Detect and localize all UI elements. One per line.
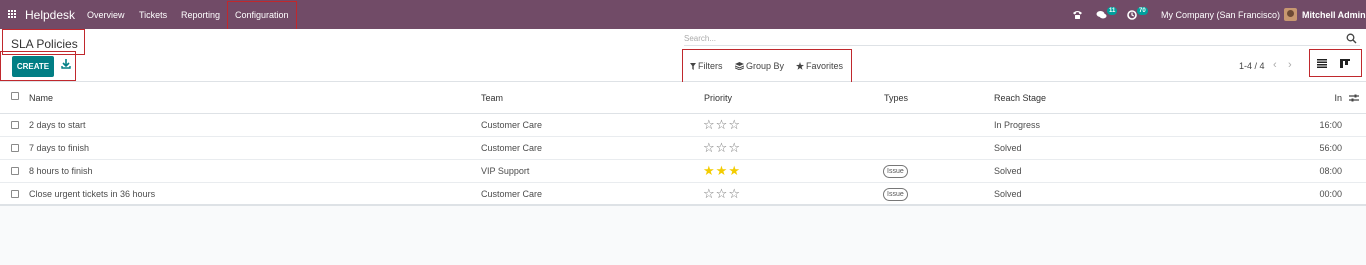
app-menu-icon[interactable] <box>8 10 17 19</box>
kanban-view-icon[interactable] <box>1340 59 1350 68</box>
cell-reach-stage: Solved <box>994 189 1022 199</box>
clock-icon[interactable] <box>1127 10 1137 20</box>
table-header: Name Team Priority Types Reach Stage In <box>0 82 1366 114</box>
column-header-reach-stage[interactable]: Reach Stage <box>994 93 1046 103</box>
cell-reach-stage: In Progress <box>994 120 1041 130</box>
cell-in: 00:00 <box>1319 189 1342 199</box>
control-panel: SLA Policies CREATE Filters Group By Fav… <box>0 29 1366 87</box>
cell-team: Customer Care <box>481 189 543 199</box>
cell-in: 16:00 <box>1319 120 1342 130</box>
pager-value[interactable]: 1-4 / 4 <box>1239 61 1265 71</box>
priority-stars[interactable]: ☆☆☆ <box>703 141 741 154</box>
table-row[interactable]: 8 hours to finish VIP Support ★★★ Issue … <box>0 160 1366 183</box>
star-empty-icon[interactable]: ☆ <box>703 117 716 132</box>
table-row[interactable]: 2 days to start Customer Care ☆☆☆ In Pro… <box>0 114 1366 137</box>
filters-button[interactable]: Filters <box>690 61 723 71</box>
priority-stars[interactable]: ★★★ <box>703 164 741 177</box>
cell-team: Customer Care <box>481 120 543 130</box>
user-avatar[interactable] <box>1284 8 1297 21</box>
messages-badge: 11 <box>1107 7 1118 15</box>
column-header-in[interactable]: In <box>1334 93 1342 103</box>
column-header-name[interactable]: Name <box>29 93 53 103</box>
phone-icon[interactable] <box>1072 10 1083 20</box>
row-checkbox[interactable] <box>11 167 19 175</box>
star-empty-icon[interactable]: ☆ <box>728 140 741 155</box>
cell-name: 8 hours to finish <box>29 166 93 176</box>
row-checkbox[interactable] <box>11 144 19 152</box>
optional-columns-icon[interactable] <box>1349 93 1359 103</box>
row-checkbox[interactable] <box>11 190 19 198</box>
pager-previous-button[interactable]: ‹ <box>1273 59 1277 71</box>
star-filled-icon[interactable]: ★ <box>716 163 729 178</box>
star-empty-icon[interactable]: ☆ <box>728 186 741 201</box>
column-header-team[interactable]: Team <box>481 93 503 103</box>
layers-icon <box>734 62 745 71</box>
search-bar <box>684 32 1360 46</box>
cell-reach-stage: Solved <box>994 166 1022 176</box>
favorites-label: Favorites <box>806 61 844 71</box>
groupby-label: Group By <box>746 61 785 71</box>
menu-tickets[interactable]: Tickets <box>139 10 167 20</box>
priority-stars[interactable]: ☆☆☆ <box>703 187 741 200</box>
search-icon[interactable] <box>1346 33 1357 44</box>
cell-name: 7 days to finish <box>29 143 90 153</box>
row-checkbox[interactable] <box>11 121 19 129</box>
top-navbar: Helpdesk Overview Tickets Reporting Conf… <box>0 0 1366 32</box>
chat-icon[interactable] <box>1096 10 1107 20</box>
search-input[interactable] <box>684 32 1324 45</box>
star-filled-icon[interactable]: ★ <box>703 163 716 178</box>
menu-reporting[interactable]: Reporting <box>181 10 220 20</box>
groupby-button[interactable]: Group By <box>734 61 785 71</box>
star-icon <box>796 62 804 70</box>
type-tag: Issue <box>883 165 908 178</box>
company-switcher[interactable]: My Company (San Francisco) <box>1161 10 1280 20</box>
star-empty-icon[interactable]: ☆ <box>716 186 729 201</box>
star-empty-icon[interactable]: ☆ <box>716 140 729 155</box>
cell-in: 08:00 <box>1319 166 1342 176</box>
star-empty-icon[interactable]: ☆ <box>728 117 741 132</box>
column-header-priority[interactable]: Priority <box>704 93 732 103</box>
activities-badge: 70 <box>1137 7 1148 15</box>
cell-name: Close urgent tickets in 36 hours <box>29 189 156 199</box>
app-name[interactable]: Helpdesk <box>25 8 75 22</box>
filters-label: Filters <box>698 61 723 71</box>
column-header-types[interactable]: Types <box>884 93 908 103</box>
table-row[interactable]: 7 days to finish Customer Care ☆☆☆ Solve… <box>0 137 1366 160</box>
configuration-highlight <box>227 1 297 32</box>
cell-team: VIP Support <box>481 166 530 176</box>
star-empty-icon[interactable]: ☆ <box>703 140 716 155</box>
favorites-button[interactable]: Favorites <box>796 61 843 71</box>
pager-next-button[interactable]: › <box>1288 59 1292 71</box>
cell-in: 56:00 <box>1319 143 1342 153</box>
filter-icon <box>690 63 696 70</box>
cell-reach-stage: Solved <box>994 143 1022 153</box>
table-row[interactable]: Close urgent tickets in 36 hours Custome… <box>0 183 1366 206</box>
priority-stars[interactable]: ☆☆☆ <box>703 118 741 131</box>
sla-policies-list: Name Team Priority Types Reach Stage In … <box>0 82 1366 206</box>
type-tag: Issue <box>883 188 908 201</box>
list-view-icon[interactable] <box>1317 59 1327 68</box>
select-all-checkbox[interactable] <box>11 92 19 100</box>
star-empty-icon[interactable]: ☆ <box>716 117 729 132</box>
cell-name: 2 days to start <box>29 120 86 130</box>
user-menu[interactable]: Mitchell Admin <box>1302 10 1366 20</box>
star-empty-icon[interactable]: ☆ <box>703 186 716 201</box>
cell-team: Customer Care <box>481 143 543 153</box>
create-highlight <box>0 51 76 81</box>
star-filled-icon[interactable]: ★ <box>728 163 741 178</box>
menu-overview[interactable]: Overview <box>87 10 125 20</box>
